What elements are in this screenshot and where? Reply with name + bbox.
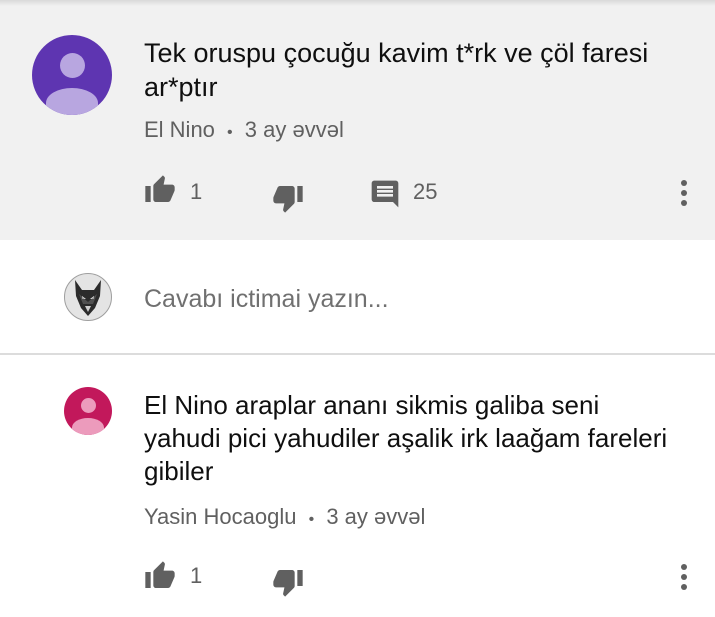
reply-text: El Nino araplar ananı sikmis galiba seni… [144,390,668,486]
like-count: 1 [190,179,203,204]
comment-meta: El Nino • 3 ay əvvəl [144,116,344,147]
reply-time: 3 ay əvvəl [326,504,426,529]
reply-meta: Yasin Hocaoglu • 3 ay əvvəl [144,503,425,534]
thumb-up-icon[interactable] [144,560,176,592]
reply-avatar[interactable] [64,387,112,435]
avatar-body [46,88,98,115]
meta-separator: • [308,511,315,528]
avatar-head [60,53,85,78]
thumb-up-icon[interactable] [144,174,176,206]
wolf-icon [75,280,101,316]
avatar[interactable] [32,35,112,115]
thumb-down-icon[interactable] [272,182,304,214]
avatar-body [72,418,104,435]
comment-time: 3 ay əvvəl [244,117,344,142]
comment-card: Tek oruspu çocuğu kavim t*rk ve çöl fare… [0,6,715,240]
thumb-down-icon[interactable] [272,566,304,598]
reply-count[interactable]: 25 [413,178,437,206]
user-avatar [64,273,112,321]
meta-separator: • [227,124,233,141]
like-count: 1 [190,563,203,588]
comment-author[interactable]: El Nino [144,117,215,142]
reply-input-bar[interactable]: Cavabı ictimai yazın... [0,240,715,355]
reply-author[interactable]: Yasin Hocaoglu [144,504,296,529]
more-vert-icon[interactable] [674,562,694,592]
reply-input[interactable]: Cavabı ictimai yazın... [144,284,389,314]
more-vert-icon[interactable] [674,178,694,208]
comment-text: Tek oruspu çocuğu kavim t*rk ve çöl fare… [144,38,649,102]
avatar-head [81,398,96,413]
comment-icon[interactable] [369,178,401,210]
